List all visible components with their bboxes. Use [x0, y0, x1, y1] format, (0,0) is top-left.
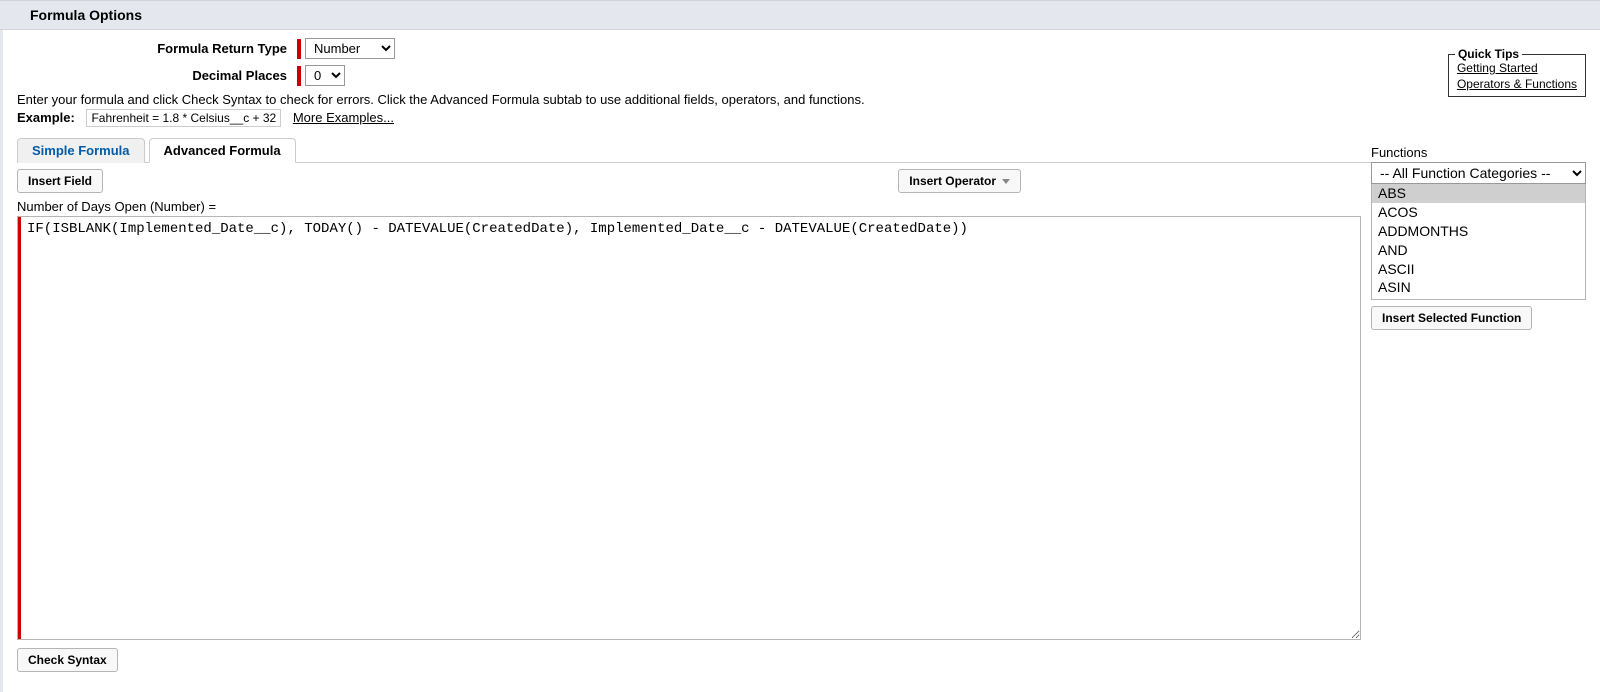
function-item[interactable]: AND — [1372, 241, 1585, 260]
caret-down-icon — [1002, 179, 1010, 184]
decimal-places-label: Decimal Places — [17, 68, 297, 83]
return-type-label: Formula Return Type — [17, 41, 297, 56]
tab-simple-formula[interactable]: Simple Formula — [17, 138, 145, 163]
quick-tip-link-getting-started[interactable]: Getting Started — [1457, 61, 1577, 77]
function-item[interactable]: ASIN — [1372, 278, 1585, 297]
required-indicator-icon — [297, 66, 301, 86]
insert-field-button[interactable]: Insert Field — [17, 169, 103, 193]
formula-wrap — [17, 216, 1361, 640]
section-title: Formula Options — [30, 7, 142, 23]
insert-selected-function-button[interactable]: Insert Selected Function — [1371, 306, 1532, 330]
tab-advanced-formula[interactable]: Advanced Formula — [149, 138, 296, 163]
section-header: Formula Options — [0, 0, 1600, 30]
function-item[interactable]: ABS — [1372, 184, 1585, 203]
more-examples-link[interactable]: More Examples... — [293, 110, 394, 125]
decimal-places-select[interactable]: 0 — [305, 65, 345, 86]
required-indicator-icon — [297, 39, 301, 59]
quick-tips-legend: Quick Tips — [1455, 47, 1522, 61]
function-item[interactable]: ADDMONTHS — [1372, 222, 1585, 241]
function-item[interactable]: ASCII — [1372, 260, 1585, 279]
quick-tip-link-operators-functions[interactable]: Operators & Functions — [1457, 77, 1577, 93]
body-area: Quick Tips Getting Started Operators & F… — [0, 30, 1600, 692]
return-type-select[interactable]: Number — [305, 38, 395, 59]
function-category-select[interactable]: -- All Function Categories -- — [1371, 162, 1586, 184]
example-formula: Fahrenheit = 1.8 * Celsius__c + 32 — [86, 109, 281, 127]
instruction-text: Enter your formula and click Check Synta… — [17, 92, 1586, 107]
check-syntax-button[interactable]: Check Syntax — [17, 648, 118, 672]
example-line: Example: Fahrenheit = 1.8 * Celsius__c +… — [17, 109, 1586, 127]
function-list[interactable]: ABS ACOS ADDMONTHS AND ASCII ASIN — [1371, 184, 1586, 300]
functions-label: Functions — [1371, 145, 1586, 160]
formula-field-label: Number of Days Open (Number) = — [17, 199, 1361, 214]
insert-operator-button[interactable]: Insert Operator — [898, 169, 1021, 193]
function-item[interactable]: ACOS — [1372, 203, 1585, 222]
example-label: Example: — [17, 110, 75, 125]
formula-tabs: Simple Formula Advanced Formula — [17, 137, 1586, 163]
quick-tips-box: Quick Tips Getting Started Operators & F… — [1448, 54, 1586, 97]
formula-textarea[interactable] — [21, 217, 1360, 639]
